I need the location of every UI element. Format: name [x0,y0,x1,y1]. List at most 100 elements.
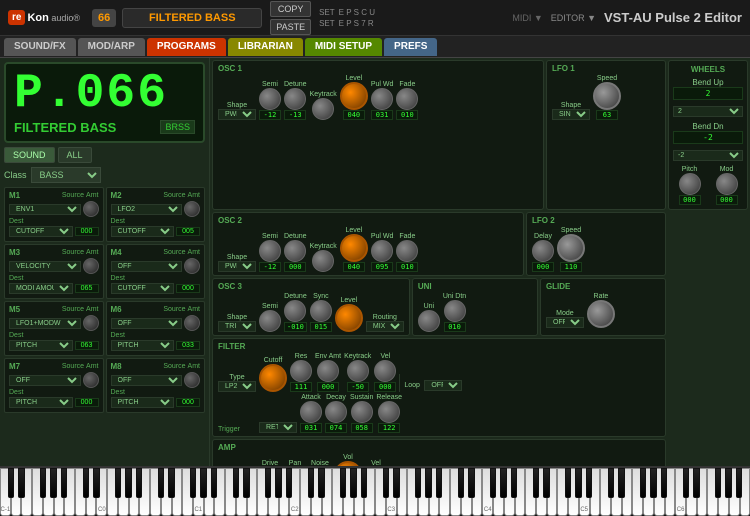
black-key[interactable] [350,468,356,498]
osc2-keytrack-knob[interactable] [312,250,334,272]
black-key[interactable] [8,468,14,498]
black-key[interactable] [383,468,389,498]
M6-source-select[interactable]: OFF [111,318,183,329]
filter-sustain-knob[interactable] [351,401,373,423]
black-key[interactable] [565,468,571,498]
black-key[interactable] [318,468,324,498]
osc3-shape-select[interactable]: TRI [218,321,256,332]
black-key[interactable] [661,468,667,498]
tab-librarian[interactable]: LIBRARIAN [228,38,303,56]
filter-release-knob[interactable] [378,401,400,423]
filter-attack-knob[interactable] [300,401,322,423]
M5-amt-knob[interactable] [83,315,99,331]
lfo1-shape-select[interactable]: SINE [552,109,590,120]
black-key[interactable] [168,468,174,498]
filter-decay-knob[interactable] [325,401,347,423]
M3-dest-select[interactable]: MODI AMOUN [9,283,73,294]
M7-amt-knob[interactable] [83,372,99,388]
filter-res-knob[interactable] [290,360,312,382]
M1-dest-select[interactable]: CUTOFF [9,226,73,237]
M5-source-select[interactable]: LFO1+MODW [9,318,81,329]
osc1-keytrack-knob[interactable] [312,98,334,120]
black-key[interactable] [640,468,646,498]
black-key[interactable] [125,468,131,498]
black-key[interactable] [511,468,517,498]
M6-amt-knob[interactable] [184,315,200,331]
osc1-semi-knob[interactable] [259,88,281,110]
osc3-detune-knob[interactable] [284,300,306,322]
glide-mode-select[interactable]: OFF [546,317,584,328]
filter-vel-knob[interactable] [374,360,396,382]
black-key[interactable] [693,468,699,498]
black-key[interactable] [40,468,46,498]
M2-source-select[interactable]: LFO2 [111,204,183,215]
black-key[interactable] [683,468,689,498]
osc2-detune-knob[interactable] [284,240,306,262]
tab-sound[interactable]: SOUND/FX [4,38,76,56]
black-key[interactable] [393,468,399,498]
M3-source-select[interactable]: VELOCITY [9,261,81,272]
tab-mod[interactable]: MOD/ARP [78,38,145,56]
black-key[interactable] [543,468,549,498]
black-key[interactable] [200,468,206,498]
osc1-fade-knob[interactable] [396,88,418,110]
black-key[interactable] [286,468,292,498]
black-key[interactable] [211,468,217,498]
osc2-level-knob[interactable] [340,234,368,262]
uni-dtn-knob[interactable] [444,300,466,322]
tab-programs[interactable]: PROGRAMS [147,38,226,56]
filter-trigger-select[interactable]: RET2 [259,422,297,433]
M7-source-select[interactable]: OFF [9,375,81,386]
M8-amt-knob[interactable] [184,372,200,388]
copy-button[interactable]: COPY [270,1,311,17]
black-key[interactable] [61,468,67,498]
M2-dest-select[interactable]: CUTOFF [111,226,175,237]
lfo2-speed-knob[interactable] [557,234,585,262]
osc3-semi-knob[interactable] [259,310,281,332]
black-key[interactable] [18,468,24,498]
osc2-fade-knob[interactable] [396,240,418,262]
osc2-pulwd-knob[interactable] [371,240,393,262]
osc3-level-knob[interactable] [335,304,363,332]
black-key[interactable] [500,468,506,498]
pitch-knob[interactable] [679,173,701,195]
black-key[interactable] [725,468,731,498]
osc1-detune-knob[interactable] [284,88,306,110]
M8-dest-select[interactable]: PITCH [111,397,175,408]
M4-amt-knob[interactable] [184,258,200,274]
osc1-pulwd-knob[interactable] [371,88,393,110]
M8-source-select[interactable]: OFF [111,375,183,386]
black-key[interactable] [340,468,346,498]
black-key[interactable] [608,468,614,498]
all-button[interactable]: ALL [58,147,92,163]
M7-dest-select[interactable]: PITCH [9,397,73,408]
sound-button[interactable]: SOUND [4,147,55,163]
bend-dn-select[interactable]: -2 [673,150,743,161]
black-key[interactable] [233,468,239,498]
filter-loop-select[interactable]: OFF [424,380,462,391]
black-key[interactable] [715,468,721,498]
black-key[interactable] [265,468,271,498]
tab-prefs[interactable]: PREFS [384,38,437,56]
black-key[interactable] [158,468,164,498]
M1-source-select[interactable]: ENV1 [9,204,81,215]
black-key[interactable] [650,468,656,498]
filter-cutoff-knob[interactable] [259,364,287,392]
lfo2-delay-knob[interactable] [532,240,554,262]
paste-button[interactable]: PASTE [270,19,311,35]
black-key[interactable] [308,468,314,498]
M2-amt-knob[interactable] [184,201,200,217]
black-key[interactable] [586,468,592,498]
uni-knob[interactable] [418,310,440,332]
black-key[interactable] [436,468,442,498]
black-key[interactable] [533,468,539,498]
osc1-shape-select[interactable]: PWM [218,109,256,120]
black-key[interactable] [190,468,196,498]
M4-dest-select[interactable]: CUTOFF [111,283,175,294]
osc1-level-knob[interactable] [340,82,368,110]
black-key[interactable] [93,468,99,498]
black-key[interactable] [275,468,281,498]
M6-dest-select[interactable]: PITCH [111,340,175,351]
black-key[interactable] [115,468,121,498]
black-key[interactable] [425,468,431,498]
